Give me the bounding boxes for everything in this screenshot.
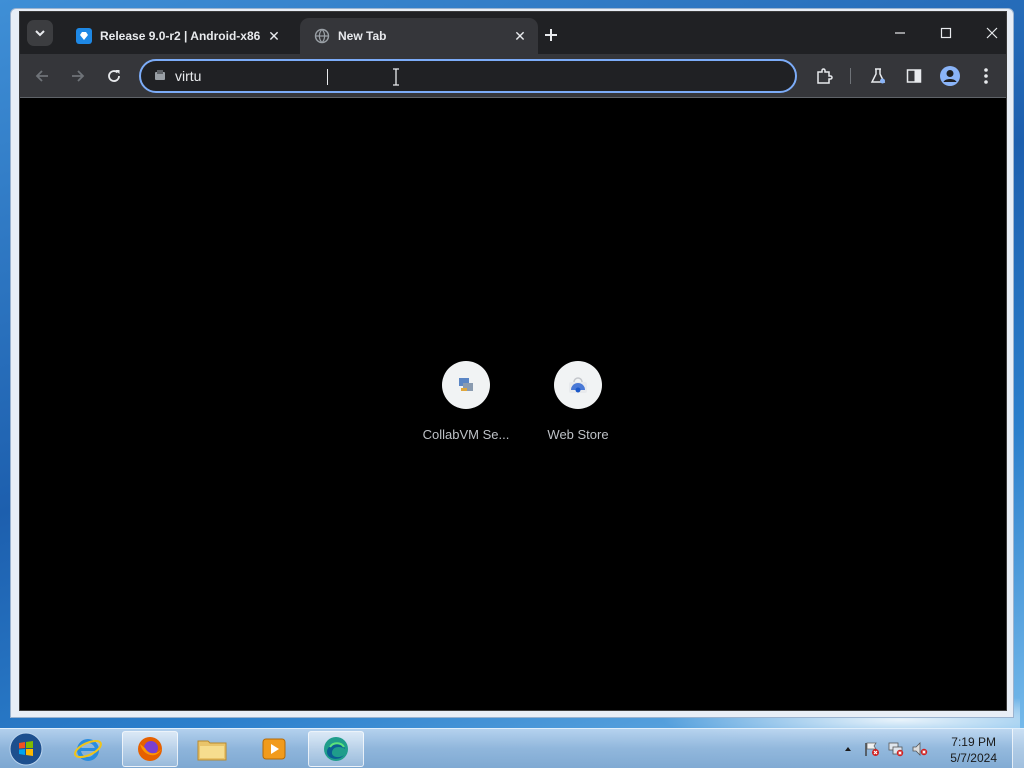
maximize-button[interactable] [923, 20, 969, 46]
close-window-button[interactable] [969, 20, 1006, 46]
android-x86-favicon-icon [76, 28, 92, 44]
search-engine-icon [152, 68, 168, 84]
shortcut-web-store[interactable]: Web Store [522, 361, 634, 442]
show-hidden-icons-button[interactable] [840, 741, 856, 757]
plus-icon [545, 29, 557, 41]
taskbar: 7:19 PM 5/7/2024 [0, 728, 1024, 768]
close-tab-icon[interactable]: ✕ [512, 28, 528, 44]
side-panel-icon [906, 69, 922, 83]
network-icon[interactable] [888, 741, 904, 757]
chrome-frame: Release 9.0-r2 | Android-x86 ✕ New Tab ✕ [19, 11, 1007, 711]
taskbar-firefox[interactable] [122, 731, 178, 767]
back-button[interactable] [30, 64, 54, 88]
reload-icon [108, 70, 120, 82]
flask-icon [870, 68, 886, 84]
kebab-menu-icon [984, 68, 988, 84]
taskbar-file-explorer[interactable] [184, 731, 240, 767]
forward-button[interactable] [66, 64, 90, 88]
clock[interactable]: 7:19 PM 5/7/2024 [950, 734, 997, 766]
collabvm-icon [442, 361, 490, 409]
firefox-icon [138, 737, 162, 761]
maximize-icon [940, 27, 952, 39]
tab-title: Release 9.0-r2 | Android-x86 [100, 29, 261, 43]
action-center-icon[interactable] [864, 741, 880, 757]
new-tab-button[interactable] [540, 24, 562, 46]
reload-button[interactable] [102, 64, 126, 88]
arrow-right-icon [72, 70, 85, 82]
media-player-icon [262, 738, 286, 760]
text-cursor-icon [393, 68, 399, 86]
arrow-left-icon [35, 70, 48, 82]
clock-date: 5/7/2024 [950, 751, 997, 765]
toolbar-divider [850, 68, 851, 84]
toolbar [20, 54, 1006, 98]
file-explorer-icon [197, 740, 227, 761]
puzzle-icon [817, 68, 833, 84]
tab-new-tab[interactable]: New Tab ✕ [300, 18, 538, 54]
start-button[interactable] [6, 730, 46, 768]
address-input[interactable] [175, 65, 775, 87]
windows-logo-icon [9, 732, 43, 766]
tab-android-release[interactable]: Release 9.0-r2 | Android-x86 ✕ [60, 18, 292, 54]
profile-button[interactable] [938, 64, 962, 88]
browser-window: Release 9.0-r2 | Android-x86 ✕ New Tab ✕ [10, 8, 1014, 718]
tab-search-button[interactable] [27, 20, 53, 46]
system-tray: 7:19 PM 5/7/2024 [824, 729, 1024, 768]
taskbar-internet-explorer[interactable] [60, 731, 116, 767]
clock-time: 7:19 PM [951, 735, 996, 749]
minimize-icon [895, 32, 905, 34]
tab-title: New Tab [338, 29, 387, 43]
taskbar-media-player[interactable] [246, 731, 302, 767]
volume-muted-icon[interactable] [912, 741, 928, 757]
taskbar-edge[interactable] [308, 731, 364, 767]
labs-button[interactable] [866, 64, 890, 88]
globe-icon [314, 28, 330, 44]
close-tab-icon[interactable]: ✕ [266, 28, 282, 44]
chevron-up-icon [845, 747, 851, 751]
avatar-icon [940, 66, 960, 86]
tab-strip: Release 9.0-r2 | Android-x86 ✕ New Tab ✕ [20, 12, 1006, 54]
address-bar[interactable] [139, 59, 797, 93]
close-icon [986, 27, 998, 39]
side-panel-button[interactable] [902, 64, 926, 88]
shortcut-label: Web Store [547, 427, 609, 442]
shortcut-collabvm[interactable]: CollabVM Se... [410, 361, 522, 442]
minimize-button[interactable] [877, 20, 923, 46]
show-desktop-button[interactable] [1012, 729, 1024, 768]
new-tab-page: CollabVM Se... Web Store [20, 99, 1006, 710]
internet-explorer-icon [74, 739, 102, 761]
menu-button[interactable] [974, 64, 998, 88]
web-store-icon [554, 361, 602, 409]
shortcut-label: CollabVM Se... [422, 427, 510, 442]
edge-icon [324, 737, 348, 761]
extensions-button[interactable] [812, 64, 836, 88]
text-caret [327, 69, 328, 85]
chevron-down-icon [35, 30, 45, 37]
